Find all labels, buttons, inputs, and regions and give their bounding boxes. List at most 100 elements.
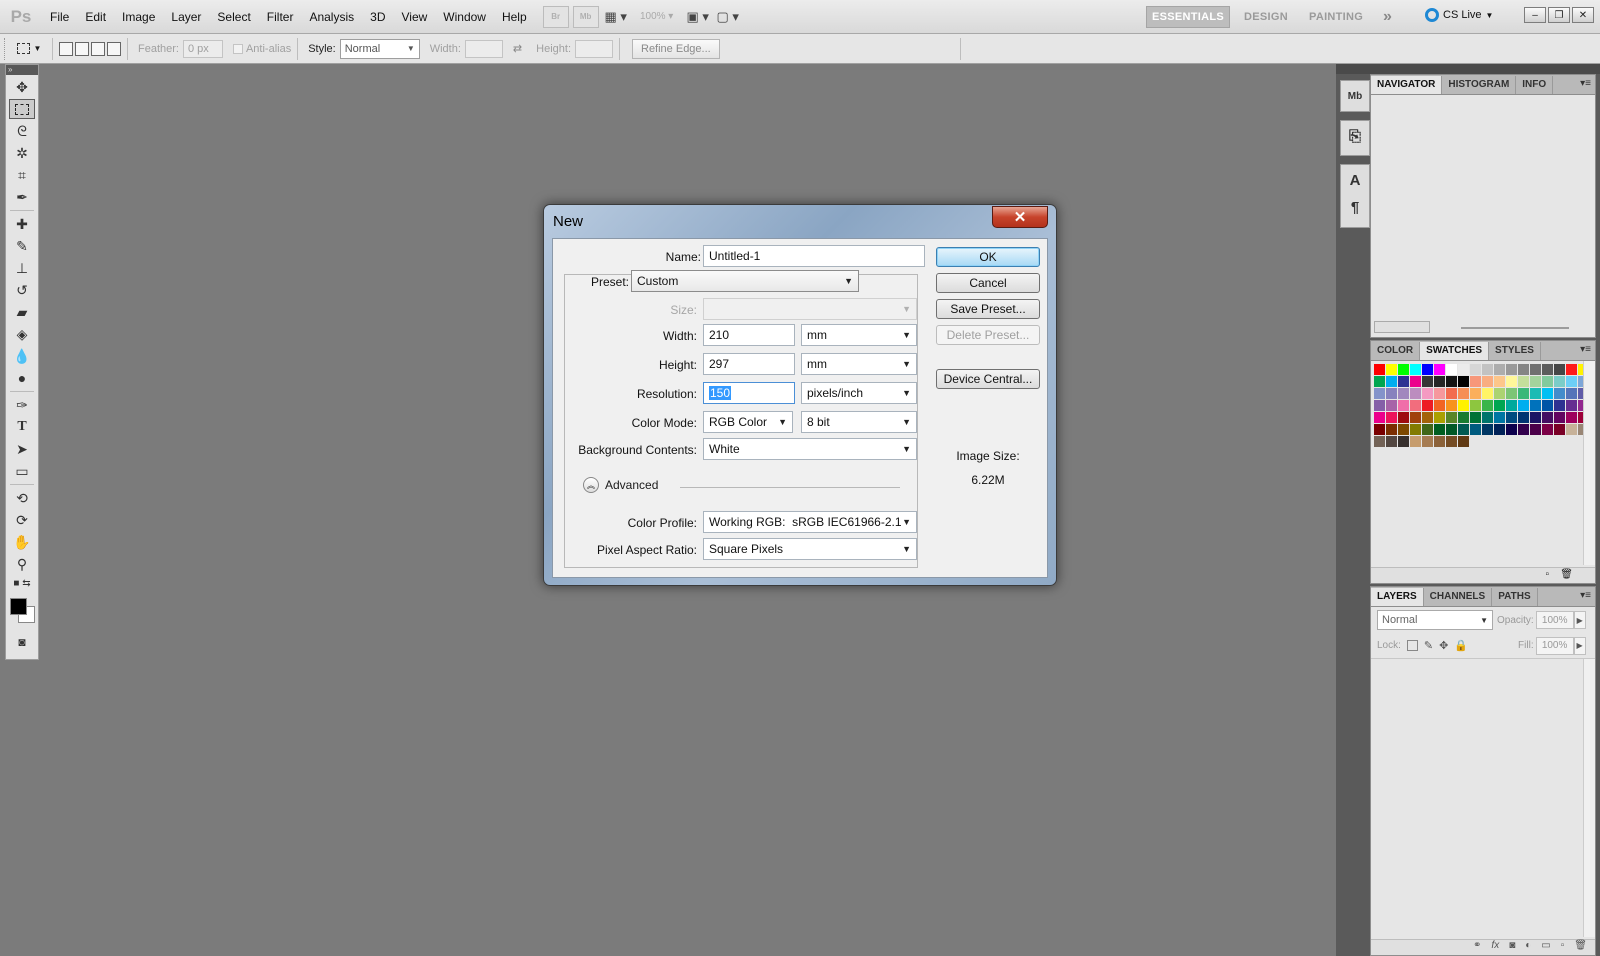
swatch[interactable] bbox=[1566, 388, 1577, 399]
swatch[interactable] bbox=[1506, 400, 1517, 411]
marquee-tool-icon[interactable] bbox=[9, 99, 35, 119]
delete-layer-icon[interactable]: 🗑 bbox=[1574, 940, 1587, 955]
width-input[interactable] bbox=[464, 39, 503, 58]
swatch[interactable] bbox=[1518, 424, 1529, 435]
tab-navigator[interactable]: NAVIGATOR bbox=[1371, 76, 1443, 94]
swatch[interactable] bbox=[1422, 388, 1433, 399]
pen-tool-icon[interactable]: ✑ bbox=[9, 395, 35, 415]
collapse-toolbox-icon[interactable]: » bbox=[6, 65, 38, 75]
swatch[interactable] bbox=[1482, 364, 1493, 375]
swatch[interactable] bbox=[1374, 412, 1385, 423]
swatch[interactable] bbox=[1530, 364, 1541, 375]
swatch[interactable] bbox=[1458, 436, 1469, 447]
cs-live-menu[interactable]: CS Live ▼ bbox=[1425, 8, 1493, 22]
refine-edge-button[interactable]: Refine Edge... bbox=[632, 38, 720, 59]
dodge-tool-icon[interactable]: ● bbox=[9, 368, 35, 388]
swatch[interactable] bbox=[1506, 424, 1517, 435]
arrange-documents-button[interactable]: ▣ ▾ bbox=[685, 6, 711, 28]
panel-menu-icon[interactable]: ▾≡ bbox=[1580, 78, 1591, 89]
resolution-unit-select[interactable]: pixels/inch ▼ bbox=[801, 382, 917, 404]
swatch[interactable] bbox=[1422, 400, 1433, 411]
lock-position-icon[interactable]: ✥ bbox=[1439, 639, 1448, 652]
swatch[interactable] bbox=[1458, 424, 1469, 435]
swatch[interactable] bbox=[1554, 364, 1565, 375]
quick-mask-icon[interactable]: ◙ bbox=[9, 632, 35, 652]
quick-select-tool-icon[interactable]: ✲ bbox=[9, 143, 35, 163]
dialog-close-button[interactable]: ✕ bbox=[992, 206, 1048, 228]
swatch[interactable] bbox=[1566, 412, 1577, 423]
swatch[interactable] bbox=[1554, 388, 1565, 399]
new-layer-icon[interactable]: ▫ bbox=[1561, 940, 1565, 955]
swatch[interactable] bbox=[1494, 400, 1505, 411]
swatch[interactable] bbox=[1398, 388, 1409, 399]
swatch[interactable] bbox=[1386, 376, 1397, 387]
swatch[interactable] bbox=[1542, 388, 1553, 399]
swatch[interactable] bbox=[1506, 388, 1517, 399]
swatch[interactable] bbox=[1446, 436, 1457, 447]
brush-tool-icon[interactable]: ✎ bbox=[9, 236, 35, 256]
swatch[interactable] bbox=[1386, 424, 1397, 435]
link-layers-icon[interactable]: ⚭ bbox=[1473, 940, 1481, 955]
swatch[interactable] bbox=[1542, 400, 1553, 411]
swatch[interactable] bbox=[1434, 376, 1445, 387]
screen-mode-button[interactable]: ▢ ▾ bbox=[715, 6, 741, 28]
swatch[interactable] bbox=[1434, 424, 1445, 435]
view-extras-button[interactable]: ▦ ▾ bbox=[603, 6, 629, 28]
paint-bucket-tool-icon[interactable]: ◈ bbox=[9, 324, 35, 344]
swatch[interactable] bbox=[1398, 436, 1409, 447]
menu-image[interactable]: Image bbox=[114, 0, 163, 34]
swatch[interactable] bbox=[1374, 400, 1385, 411]
height-unit-select[interactable]: mm ▼ bbox=[801, 353, 917, 375]
swatch[interactable] bbox=[1410, 388, 1421, 399]
swatch[interactable] bbox=[1566, 424, 1577, 435]
swatch[interactable] bbox=[1398, 412, 1409, 423]
new-swatch-icon[interactable]: ▫ bbox=[1545, 569, 1549, 580]
swatch[interactable] bbox=[1482, 376, 1493, 387]
feather-input[interactable]: 0 px bbox=[182, 39, 223, 58]
eyedropper-tool-icon[interactable]: ✒ bbox=[9, 187, 35, 207]
zoom-tool-icon[interactable]: ⚲ bbox=[9, 554, 35, 574]
cancel-button[interactable]: Cancel bbox=[936, 273, 1040, 293]
swatch[interactable] bbox=[1386, 364, 1397, 375]
swatch[interactable] bbox=[1398, 364, 1409, 375]
navigator-zoom-field[interactable] bbox=[1374, 321, 1430, 333]
expand-panels-icon[interactable] bbox=[1336, 64, 1370, 74]
options-grip[interactable] bbox=[4, 37, 12, 60]
3d-orbit-tool-icon[interactable]: ⟳ bbox=[9, 510, 35, 530]
swatch[interactable] bbox=[1482, 412, 1493, 423]
tab-color[interactable]: COLOR bbox=[1371, 342, 1421, 360]
delete-preset-button[interactable]: Delete Preset... bbox=[936, 325, 1040, 345]
workspace-painting[interactable]: PAINTING bbox=[1309, 6, 1363, 28]
3d-rotate-tool-icon[interactable]: ⟲ bbox=[9, 488, 35, 508]
pixel-aspect-ratio-select[interactable]: Square Pixels ▼ bbox=[703, 538, 917, 560]
antialias-checkbox[interactable]: Anti-alias bbox=[232, 43, 291, 55]
menu-view[interactable]: View bbox=[393, 0, 435, 34]
blend-mode-select[interactable]: Normal ▼ bbox=[1377, 610, 1493, 630]
swatch[interactable] bbox=[1398, 400, 1409, 411]
swatch[interactable] bbox=[1446, 364, 1457, 375]
fill-slider-button[interactable]: ▶ bbox=[1573, 636, 1586, 655]
menu-window[interactable]: Window bbox=[435, 0, 494, 34]
opacity-slider-button[interactable]: ▶ bbox=[1573, 611, 1586, 629]
tab-histogram[interactable]: HISTOGRAM bbox=[1442, 76, 1517, 94]
swatch[interactable] bbox=[1398, 424, 1409, 435]
swatch[interactable] bbox=[1386, 388, 1397, 399]
clone-stamp-tool-icon[interactable]: ⊥ bbox=[9, 258, 35, 278]
opacity-input[interactable]: 100% bbox=[1535, 611, 1574, 629]
tab-layers[interactable]: LAYERS bbox=[1371, 588, 1424, 606]
swatch[interactable] bbox=[1374, 388, 1385, 399]
swatch[interactable] bbox=[1518, 376, 1529, 387]
move-tool-icon[interactable]: ✥ bbox=[9, 77, 35, 97]
swatch[interactable] bbox=[1566, 376, 1577, 387]
default-colors-icon[interactable]: ■ ⇆ bbox=[9, 576, 35, 590]
launch-bridge-button[interactable]: Br bbox=[542, 5, 569, 28]
menu-file[interactable]: File bbox=[42, 0, 77, 34]
swatch[interactable] bbox=[1458, 388, 1469, 399]
swatch[interactable] bbox=[1446, 400, 1457, 411]
swatch[interactable] bbox=[1482, 400, 1493, 411]
swatch[interactable] bbox=[1506, 412, 1517, 423]
lock-transparent-icon[interactable] bbox=[1406, 640, 1418, 651]
paragraph-icon[interactable]: ¶ bbox=[1342, 195, 1368, 219]
swatch[interactable] bbox=[1554, 400, 1565, 411]
menu-edit[interactable]: Edit bbox=[77, 0, 114, 34]
